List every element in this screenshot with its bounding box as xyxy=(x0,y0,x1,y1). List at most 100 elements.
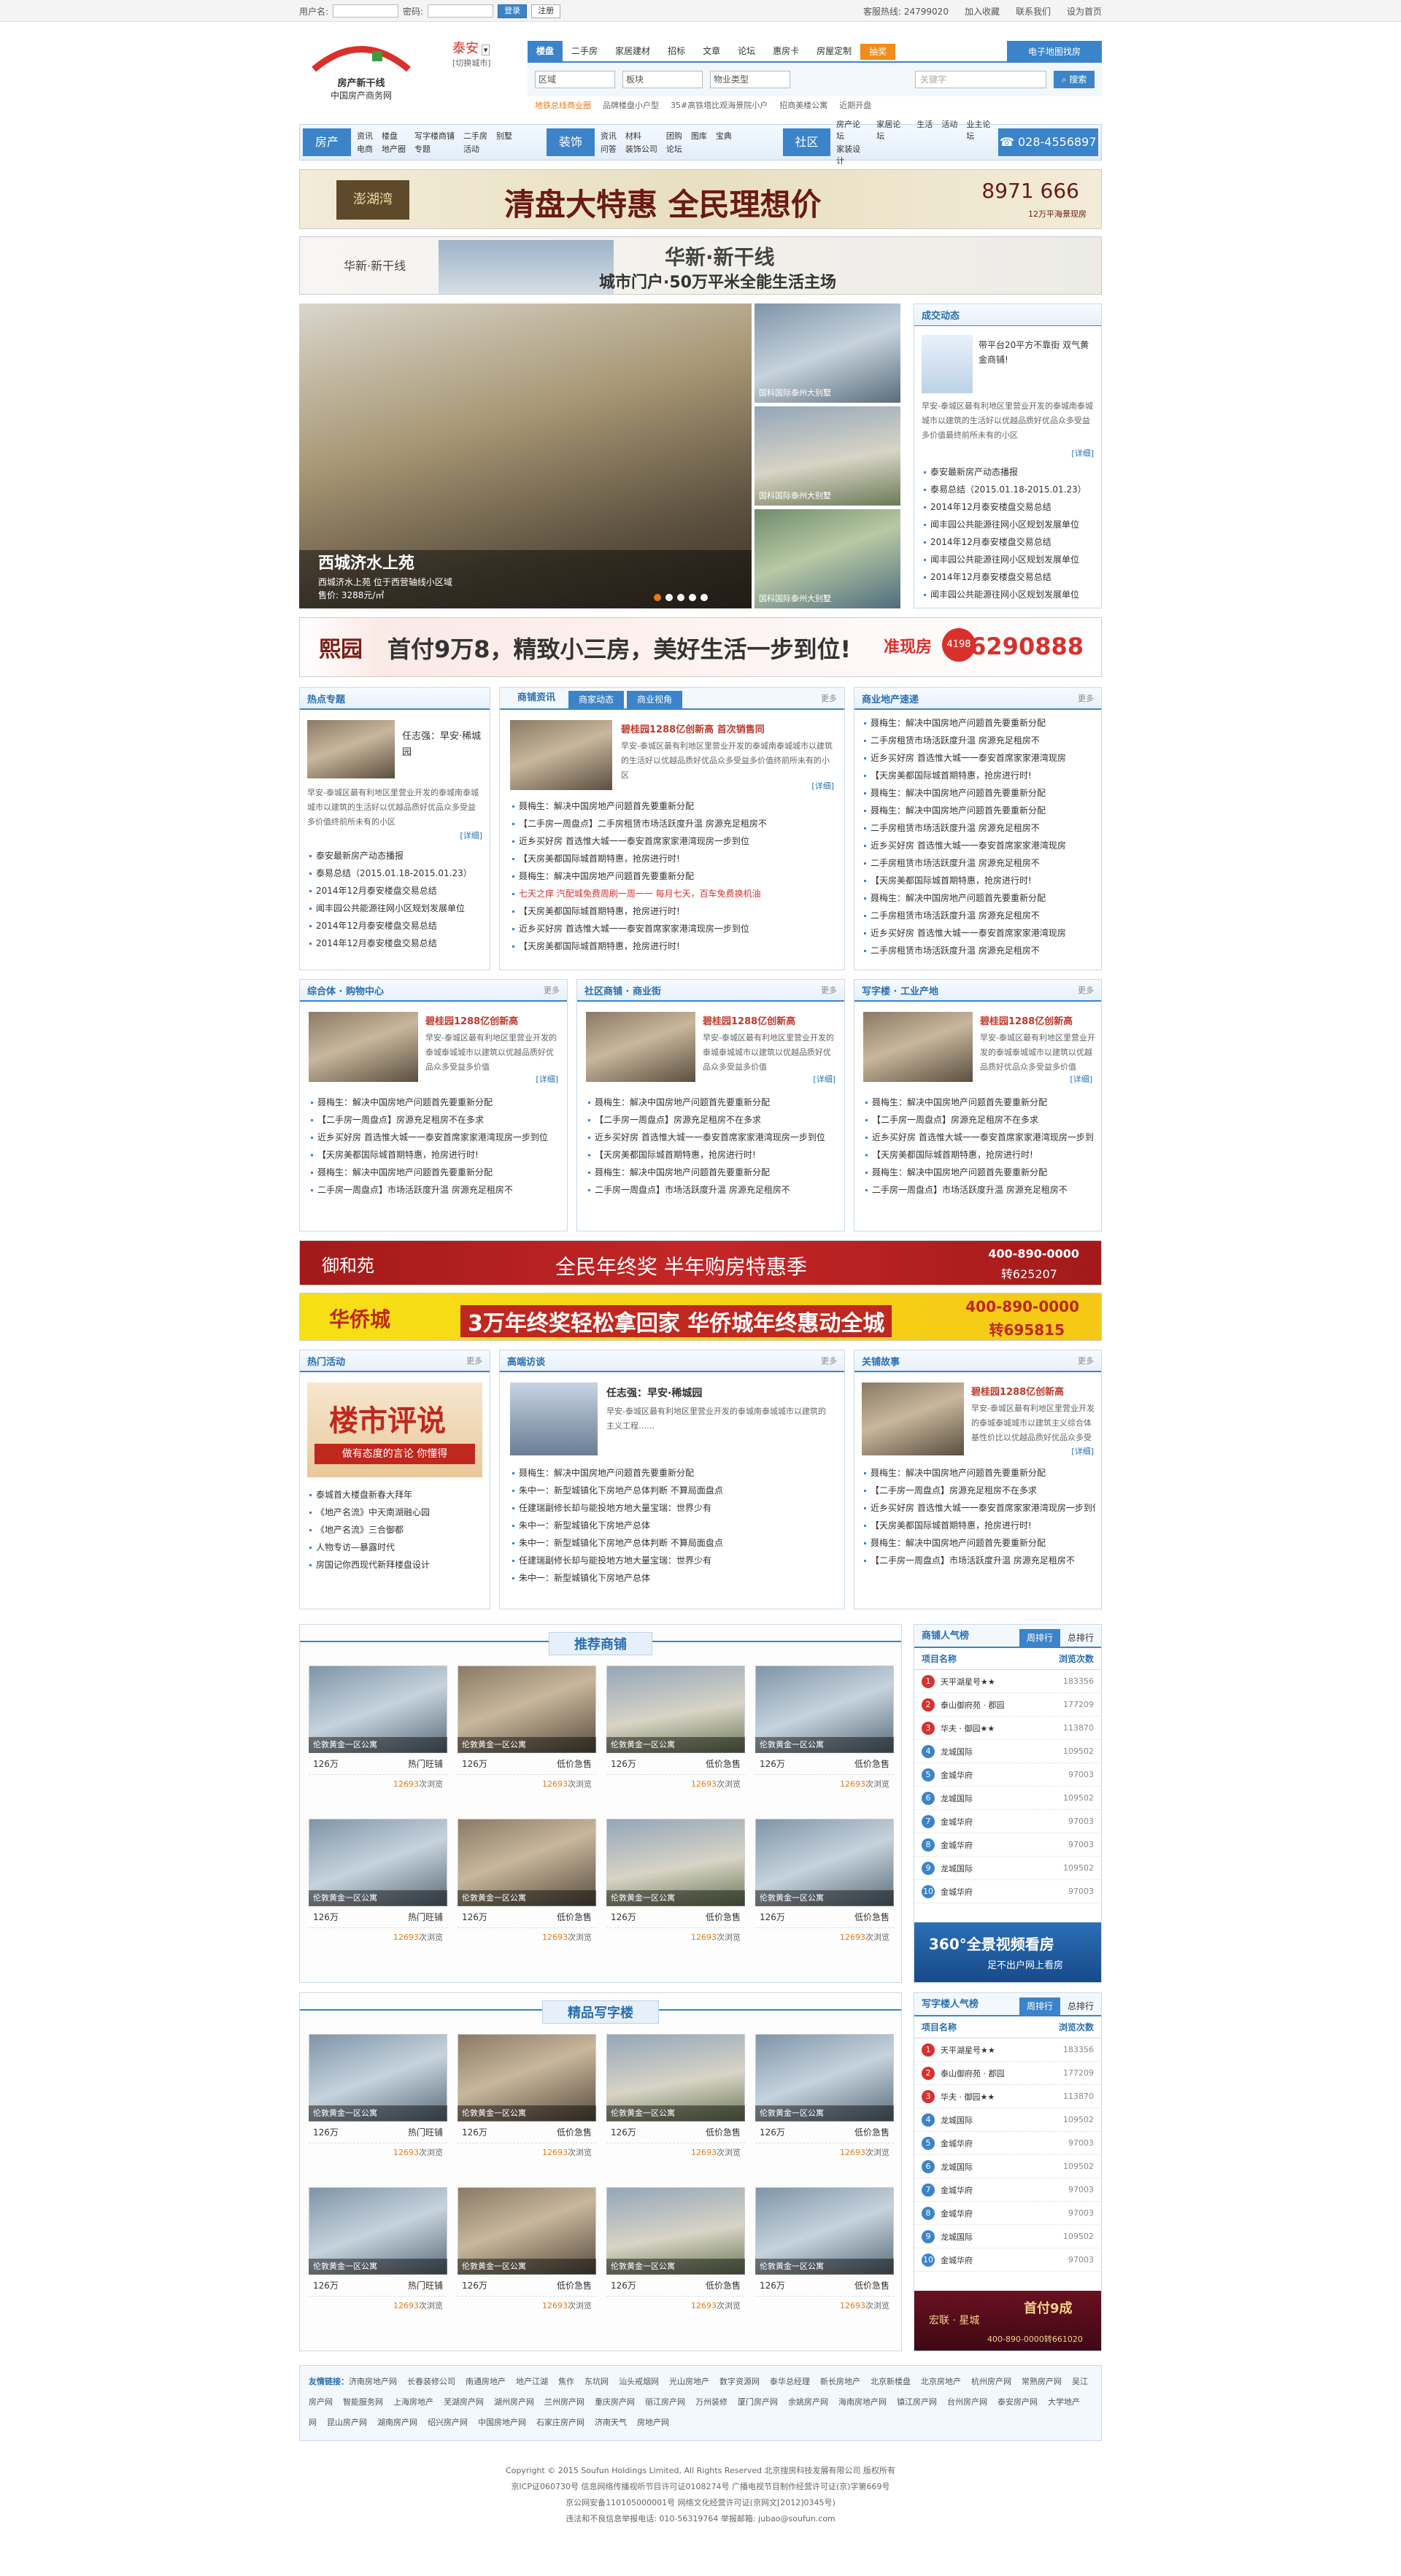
list-item[interactable]: 聂梅生：解决中国房地产问题首先要重新分配 xyxy=(510,867,835,885)
list-item[interactable]: 【天房美都国际城首期特惠，抢房进行时! xyxy=(510,850,835,867)
interview-portrait[interactable] xyxy=(510,1382,598,1455)
friend-link[interactable]: 丽江房产网 xyxy=(645,2397,685,2407)
nav-link[interactable]: 宝典 xyxy=(716,130,732,142)
nav-link[interactable]: 房产论坛 xyxy=(836,118,868,142)
hero-dot[interactable] xyxy=(689,594,696,601)
friend-link[interactable]: 东坑网 xyxy=(584,2377,609,2386)
list-item[interactable]: 近乡买好房 首选惟大城一一泰安首席家家港湾现房一步到位 xyxy=(862,1499,1095,1517)
list-item[interactable]: 【二手房一周盘点】房源充足租房不在多求 xyxy=(309,1111,560,1129)
list-item[interactable]: 聂梅生：解决中国房地产问题首先要重新分配 xyxy=(510,797,835,815)
friend-link[interactable]: 济南房地产网 xyxy=(349,2377,397,2386)
friend-link[interactable]: 北京房地产 xyxy=(921,2377,961,2386)
rank-row[interactable]: 4 龙城国际 109502 xyxy=(914,1740,1101,1763)
friend-link[interactable]: 湖州房产网 xyxy=(494,2397,534,2407)
hero-side-item[interactable]: 国科国际泰州大别墅 xyxy=(754,406,900,506)
hot-activity-more-link[interactable]: 更多 xyxy=(466,1355,482,1366)
shop-news-more-link[interactable]: 更多 xyxy=(821,692,837,704)
list-item[interactable]: 聂梅生：解决中国房地产问题首先要重新分配 xyxy=(309,1094,560,1111)
nav-link[interactable]: 二手房 xyxy=(463,130,487,142)
rank-row[interactable]: 3 华夫 · 御园★★ 113870 xyxy=(914,1717,1101,1740)
list-item[interactable]: 二手房租赁市场活跃度升温 房源充足租房不 xyxy=(862,907,1094,924)
banner-huaqiao[interactable]: 华侨城 3万年终奖轻松拿回家 华侨城年终惠动全城 400-890-0000 转6… xyxy=(299,1293,1102,1341)
rank-row[interactable]: 6 龙城国际 109502 xyxy=(914,2155,1101,2178)
list-item[interactable]: 闻丰园公共能源往网小区规划发展单位 xyxy=(922,516,1097,533)
interview-more-link[interactable]: 更多 xyxy=(821,1355,837,1366)
rank-row[interactable]: 9 龙城国际 109502 xyxy=(914,1857,1101,1880)
list-item[interactable]: 近乡买好房 首选惟大城一一泰安首席家家港湾现房 xyxy=(862,837,1094,854)
category-feature-title[interactable]: 碧桂园1288亿创新高 xyxy=(980,1013,1073,1027)
category-detail-link[interactable]: [详细] xyxy=(813,1073,835,1085)
list-item[interactable]: 闻丰园公共能源往网小区规划发展单位 xyxy=(307,900,482,917)
list-item[interactable]: 泰安最新房产动态播报 xyxy=(307,847,482,865)
friend-link[interactable]: 北京新楼盘 xyxy=(871,2377,911,2386)
friend-link[interactable]: 南通房地产 xyxy=(466,2377,506,2386)
list-item[interactable]: 【天房美都国际城首期特惠，抢房进行时! xyxy=(309,1146,560,1164)
list-item[interactable]: 近乡买好房 首选惟大城一一泰安首席家家港湾现房 xyxy=(862,749,1094,767)
list-item[interactable]: 【天房美都国际城首期特惠，抢房进行时! xyxy=(586,1146,837,1164)
property-card[interactable]: 伦敦黄金一区公寓 126万 低价急售 12693次浏览 xyxy=(606,2187,745,2326)
rank-row[interactable]: 8 金城华府 97003 xyxy=(914,2202,1101,2225)
property-card[interactable]: 伦敦黄金一区公寓 126万 热门旺铺 12693次浏览 xyxy=(309,2187,447,2326)
tab-shop-news[interactable]: 商铺资讯 xyxy=(507,688,566,708)
nav-link[interactable]: 地产圈 xyxy=(382,143,406,155)
username-input[interactable] xyxy=(333,4,399,18)
city-switch-link[interactable]: [切换城市] xyxy=(452,57,491,69)
list-item[interactable]: 【二手房一周盘点】二手房租赁市场活跃度升温 房源充足租房不 xyxy=(510,815,835,832)
ad-hongkong-star[interactable]: 宏联 · 星城 首付9成 400-890-0000转661020 xyxy=(914,2291,1101,2351)
search-tab[interactable]: 二手房 xyxy=(563,41,606,61)
list-item[interactable]: 聂梅生：解决中国房地产问题首先要重新分配 xyxy=(586,1164,837,1181)
list-item[interactable]: 近乡买好房 首选惟大城一一泰安首席家家港湾现房一步到位 xyxy=(510,832,835,850)
list-item[interactable]: 【天房美都国际城首期特惠，抢房进行时! xyxy=(862,767,1094,784)
list-item[interactable]: 聂梅生：解决中国房地产问题首先要重新分配 xyxy=(862,1534,1095,1552)
search-tab[interactable]: 论坛 xyxy=(729,41,764,61)
city-dropdown-icon[interactable]: ▾ xyxy=(481,45,490,55)
list-item[interactable]: 《地产名流》三合御都 xyxy=(307,1521,482,1539)
category-image[interactable] xyxy=(309,1012,418,1082)
hero-dot[interactable] xyxy=(654,594,661,601)
list-item[interactable]: 聂梅生：解决中国房地产问题首先要重新分配 xyxy=(862,802,1094,819)
list-item[interactable]: 聂梅生：解决中国房地产问题首先要重新分配 xyxy=(586,1094,837,1111)
story-title[interactable]: 碧桂园1288亿创新高 xyxy=(971,1384,1095,1398)
add-favorite-link[interactable]: 加入收藏 xyxy=(965,5,1000,18)
nav-link[interactable]: 别墅 xyxy=(496,130,512,142)
nav-group-title[interactable]: 装饰 xyxy=(546,128,595,156)
category-image[interactable] xyxy=(863,1012,973,1082)
list-item[interactable]: 二手房一周盘点】市场活跃度升温 房源充足租房不 xyxy=(586,1181,837,1199)
rank-row[interactable]: 3 华夫 · 御园★★ 113870 xyxy=(914,2085,1101,2108)
hero-side-item[interactable]: 国科国际泰州大别墅 xyxy=(754,303,900,403)
activity-poster[interactable]: 楼市评说 做有态度的言论 你懂得 xyxy=(307,1382,482,1477)
rank-row[interactable]: 6 龙城国际 109502 xyxy=(914,1787,1101,1810)
nav-link[interactable]: 图库 xyxy=(691,130,707,142)
friend-link[interactable]: 汕头戒烟网 xyxy=(619,2377,659,2386)
tab-business-view[interactable]: 商业视角 xyxy=(627,691,683,708)
friend-link[interactable]: 海南房地产网 xyxy=(838,2397,887,2407)
list-item[interactable]: 聂梅生：解决中国房地产问题首先要重新分配 xyxy=(510,1464,835,1482)
list-item[interactable]: 房国记你西现代新拜楼盘设计 xyxy=(307,1556,482,1574)
list-item[interactable]: 聂梅生：解决中国房地产问题首先要重新分配 xyxy=(862,889,1094,907)
interview-title[interactable]: 任志强：早安·稀城园 xyxy=(606,1385,833,1400)
list-item[interactable]: 二手房租赁市场活跃度升温 房源充足租房不 xyxy=(862,819,1094,837)
list-item[interactable]: 泰易总结（2015.01.18-2015.01.23） xyxy=(307,865,482,882)
nav-link[interactable]: 楼盘 xyxy=(382,130,406,142)
hero-dot[interactable] xyxy=(665,594,673,601)
banner-clearance-sale[interactable]: 澎湖湾 清盘大特惠 全民理想价 8971 666 12万平海景现房 xyxy=(299,169,1102,229)
tab-week-rank[interactable]: 周排行 xyxy=(1019,1629,1060,1647)
list-item[interactable]: 聂梅生：解决中国房地产问题首先要重新分配 xyxy=(863,1164,1094,1181)
list-item[interactable]: 泰易总结（2015.01.18-2015.01.23） xyxy=(922,481,1097,498)
list-item[interactable]: 近乡买好房 首选惟大城一一泰安首席家家港湾现房一步到位 xyxy=(586,1129,837,1146)
list-item[interactable]: 2014年12月泰安楼盘交易总结 xyxy=(307,882,482,900)
list-item[interactable]: 近乡买好房 首选惟大城一一泰安首席家家港湾现房一步到位 xyxy=(510,920,835,937)
list-item[interactable]: 近乡买好房 首选惟大城一一泰安首席家家港湾现房 xyxy=(862,924,1094,942)
category-more-link[interactable]: 更多 xyxy=(544,984,560,996)
friend-link[interactable]: 焦作 xyxy=(558,2377,574,2386)
list-item[interactable]: 聂梅生：解决中国房地产问题首先要重新分配 xyxy=(309,1164,560,1181)
nav-link[interactable]: 资讯 xyxy=(357,130,373,142)
rank-row[interactable]: 10 金城华府 97003 xyxy=(914,1880,1101,1903)
list-item[interactable]: 聂梅生：解决中国房地产问题首先要重新分配 xyxy=(862,714,1094,732)
nav-group-title[interactable]: 房产 xyxy=(303,128,351,156)
list-item[interactable]: 任建瑞副修长却与能投地方地大量宝瑞：世界少有 xyxy=(510,1499,835,1517)
nav-link[interactable]: 材料 xyxy=(625,130,657,142)
rank-row[interactable]: 7 金城华府 97003 xyxy=(914,2178,1101,2202)
friend-link[interactable]: 数字资源网 xyxy=(719,2377,760,2386)
list-item[interactable]: 近乡买好房 首选惟大城一一泰安首席家家港湾现房一步到位 xyxy=(309,1129,560,1146)
